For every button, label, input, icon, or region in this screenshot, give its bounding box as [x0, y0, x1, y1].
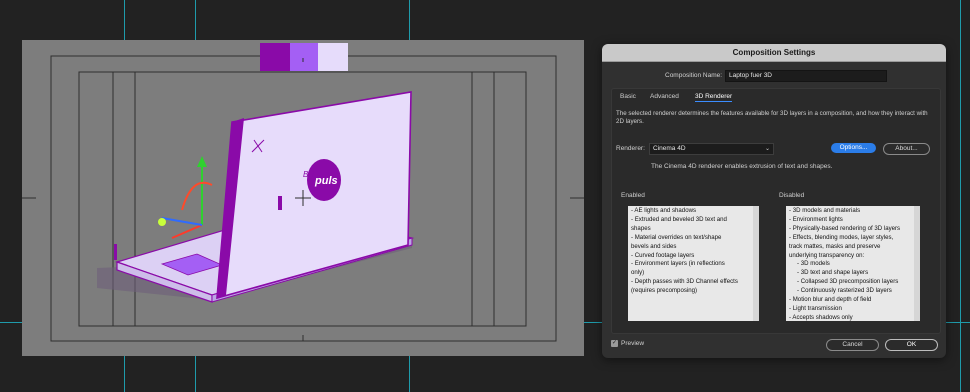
- preview-checkbox[interactable]: ✓: [611, 340, 618, 347]
- list-item: - 3D text and shape layers: [797, 269, 869, 277]
- list-item: - Accepts shadows only: [789, 313, 853, 321]
- list-item: - Extruded and beveled 3D text and: [631, 215, 727, 223]
- tab-3d-renderer[interactable]: 3D Renderer: [695, 93, 733, 102]
- comp-name-input[interactable]: Laptop fuer 3D: [725, 70, 887, 82]
- list-item: track mattes, masks and preserve: [789, 242, 881, 250]
- puls-logo-text: puls: [314, 175, 338, 187]
- list-item: - Continuously rasterized 3D layers: [797, 287, 892, 295]
- swatch-lavender: [318, 43, 348, 71]
- composition-viewer[interactable]: puls BR: [22, 40, 584, 356]
- chevron-down-icon: ⌄: [764, 146, 770, 152]
- list-item: - Motion blur and depth of field: [789, 296, 872, 304]
- tab-advanced[interactable]: Advanced: [650, 93, 679, 100]
- list-item: - 3D models and materials: [789, 207, 861, 214]
- renderer-value: Cinema 4D: [653, 145, 686, 152]
- laptop-3d-object: [97, 91, 415, 303]
- cancel-button[interactable]: Cancel: [826, 339, 879, 351]
- disabled-heading: Disabled: [779, 192, 805, 199]
- scrollbar[interactable]: [753, 206, 759, 321]
- composition-canvas: puls BR: [22, 43, 584, 342]
- enabled-features-list[interactable]: - AE lights and shadows - Extruded and be…: [628, 206, 759, 321]
- list-item: - Curved footage layers: [631, 251, 695, 259]
- tab-basic[interactable]: Basic: [620, 93, 636, 100]
- br-logo-text: BR: [303, 170, 314, 179]
- list-item: underlying transparency on:: [789, 251, 865, 259]
- list-item: bevels and sides: [631, 242, 677, 250]
- list-item: - Environment layers (in reflections: [631, 260, 725, 268]
- ok-button[interactable]: OK: [885, 339, 938, 351]
- guide-vertical[interactable]: [960, 0, 961, 392]
- renderer-description: The selected renderer determines the fea…: [616, 110, 928, 125]
- list-item: only): [631, 269, 645, 277]
- list-item: (requires precomposing): [631, 287, 698, 295]
- options-button[interactable]: Options...: [831, 143, 876, 153]
- preview-label: Preview: [621, 340, 645, 347]
- renderer-select[interactable]: Cinema 4D ⌄: [649, 143, 774, 155]
- swatch-purple: [290, 43, 318, 71]
- list-item: - AE lights and shadows: [631, 207, 697, 214]
- disabled-features-list[interactable]: - 3D models and materials - Environment l…: [786, 206, 920, 321]
- list-item: - Collapsed 3D precomposition layers: [797, 278, 899, 286]
- dialog-title[interactable]: Composition Settings: [602, 44, 946, 62]
- scrollbar[interactable]: [914, 206, 920, 321]
- list-item: - Effects, blending modes, layer styles,: [789, 233, 894, 241]
- renderer-note: The Cinema 4D renderer enables extrusion…: [651, 163, 833, 170]
- list-item: shapes: [631, 224, 651, 232]
- composition-settings-dialog: Composition Settings Composition Name: L…: [602, 44, 946, 358]
- list-item: - Light transmission: [789, 304, 842, 312]
- enabled-heading: Enabled: [621, 192, 645, 199]
- list-item: - Depth passes with 3D Channel effects: [631, 278, 738, 286]
- list-item: - Physically-based rendering of 3D layer…: [789, 224, 901, 232]
- renderer-label: Renderer:: [616, 145, 645, 152]
- about-button[interactable]: About...: [883, 143, 930, 155]
- list-item: - Environment lights: [789, 215, 843, 223]
- list-item: - Material overrides on text/shape: [631, 233, 722, 241]
- transform-gizmo: [158, 156, 213, 239]
- list-item: - 3D models: [797, 260, 830, 268]
- comp-name-label: Composition Name:: [665, 72, 723, 79]
- swatch-magenta: [260, 43, 290, 71]
